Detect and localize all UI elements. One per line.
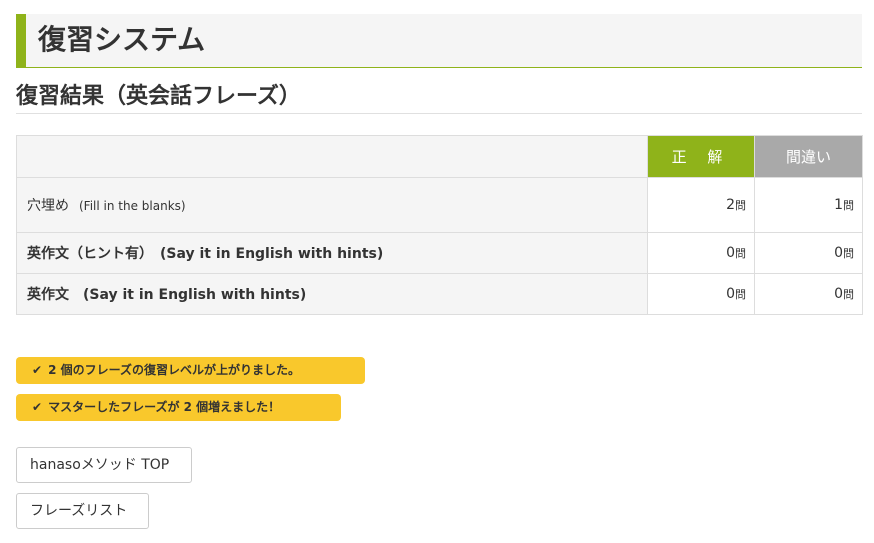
correct-count: 0問	[647, 232, 755, 274]
wrong-value: 0	[834, 286, 843, 302]
correct-value: 0	[726, 286, 735, 302]
unit-label: 問	[735, 199, 746, 212]
correct-value: 0	[726, 245, 735, 261]
phrase-list-button[interactable]: フレーズリスト	[16, 493, 149, 529]
table-header-row: 正 解 間違い	[16, 135, 863, 178]
column-header-wrong: 間違い	[754, 135, 863, 178]
unit-label: 問	[843, 288, 854, 301]
table-header-blank	[16, 135, 648, 178]
notice-text: マスターしたフレーズが 2 個増えました！	[48, 400, 281, 414]
row-label-english-composition: 英作文 (Say it in English with hints)	[16, 273, 648, 315]
unit-label: 問	[735, 288, 746, 301]
row-label-english-with-hints: 英作文（ヒント有） (Say it in English with hints)	[16, 232, 648, 274]
results-table: 正 解 間違い 穴埋め (Fill in the blanks) 2問 1問 英作…	[16, 135, 863, 315]
correct-count: 2問	[647, 177, 755, 233]
wrong-value: 1	[834, 197, 843, 213]
wrong-count: 0問	[754, 232, 863, 274]
row-label-en: (Fill in the blanks)	[79, 199, 186, 213]
table-row: 穴埋め (Fill in the blanks) 2問 1問	[16, 177, 863, 233]
check-icon: ✔	[32, 400, 43, 414]
hanaso-method-top-button[interactable]: hanasoメソッド TOP	[16, 447, 192, 483]
wrong-count: 1問	[754, 177, 863, 233]
notice-text: 2 個のフレーズの復習レベルが上がりました。	[48, 363, 300, 377]
correct-count: 0問	[647, 273, 755, 315]
page-header: 復習システム	[16, 14, 862, 68]
table-row: 英作文（ヒント有） (Say it in English with hints)…	[16, 232, 863, 274]
column-header-correct: 正 解	[647, 135, 755, 178]
unit-label: 問	[735, 247, 746, 260]
check-icon: ✔	[32, 363, 43, 377]
section-heading: 復習結果（英会話フレーズ）	[16, 84, 862, 114]
level-up-notice: ✔ 2 個のフレーズの復習レベルが上がりました。	[16, 357, 365, 384]
wrong-value: 0	[834, 245, 843, 261]
table-row: 英作文 (Say it in English with hints) 0問 0問	[16, 273, 863, 315]
correct-value: 2	[726, 197, 735, 213]
row-label-ja: 穴埋め	[27, 198, 69, 214]
mastered-notice: ✔ マスターしたフレーズが 2 個増えました！	[16, 394, 341, 421]
unit-label: 問	[843, 247, 854, 260]
page-title: 復習システム	[38, 23, 206, 56]
row-label-fill-in-blanks: 穴埋め (Fill in the blanks)	[16, 177, 648, 233]
section-title: 復習結果（英会話フレーズ）	[16, 84, 301, 109]
unit-label: 問	[843, 199, 854, 212]
wrong-count: 0問	[754, 273, 863, 315]
